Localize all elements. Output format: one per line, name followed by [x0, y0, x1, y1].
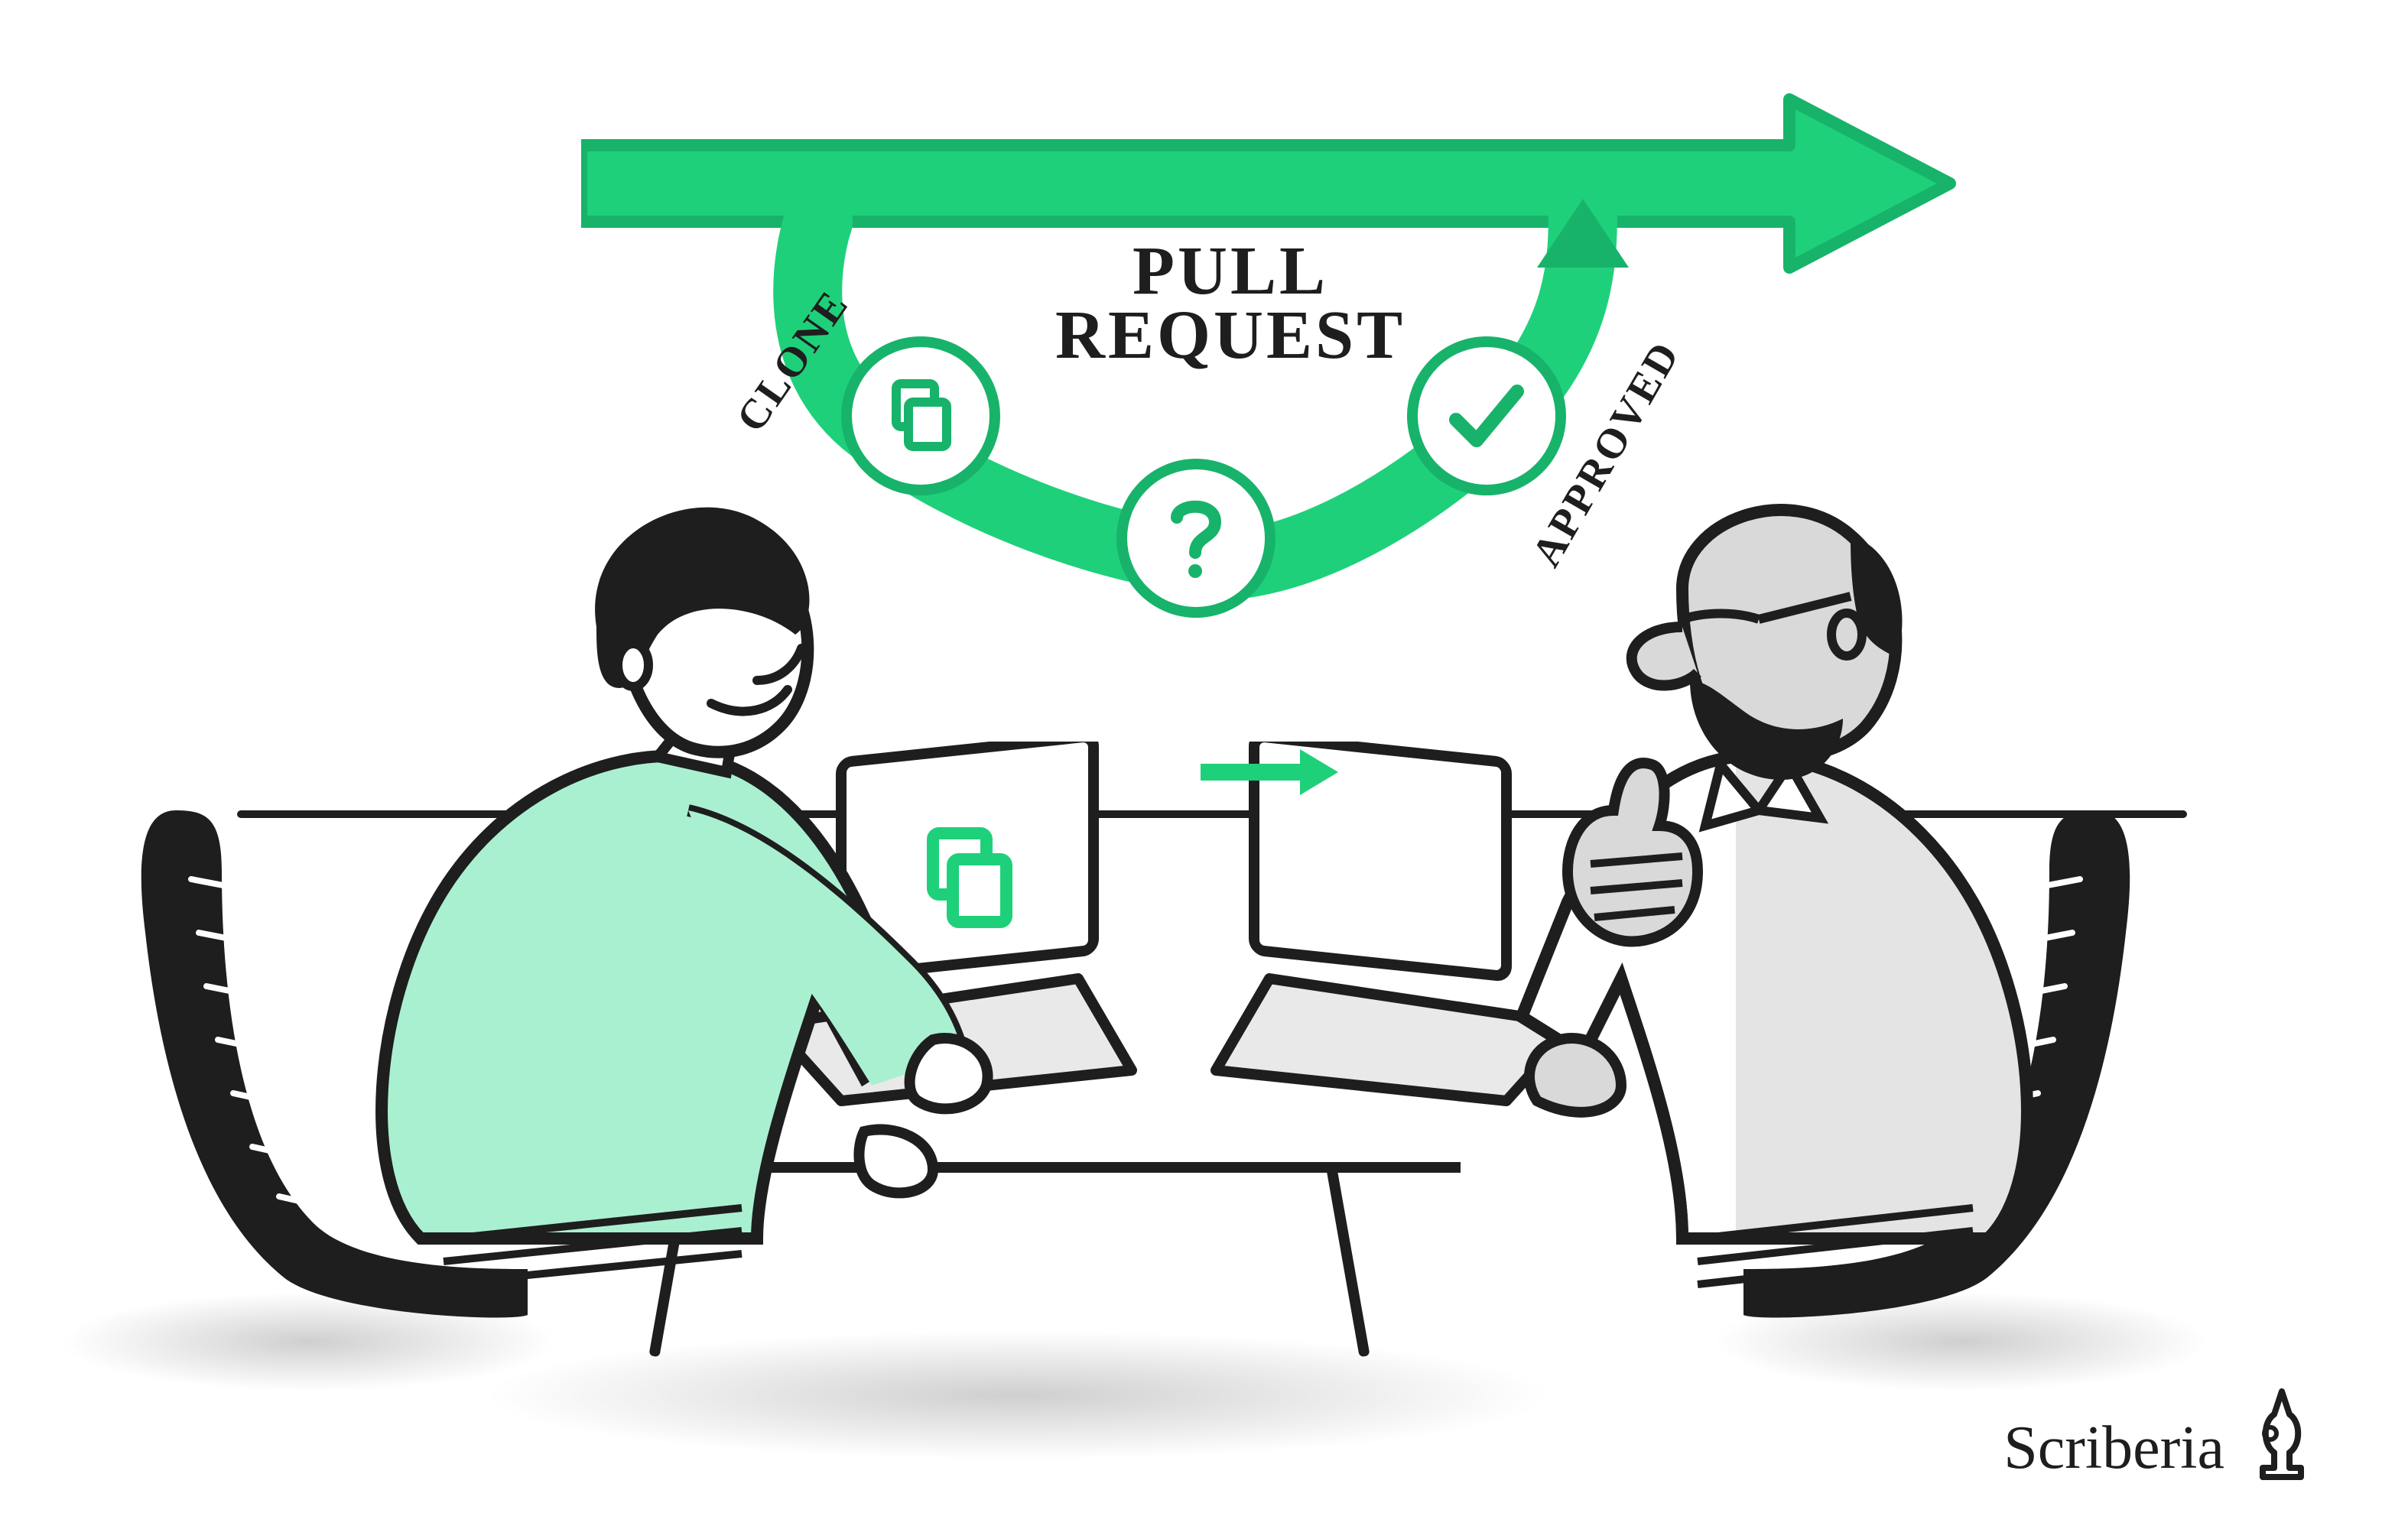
- person-reviewer: [1453, 474, 2080, 1330]
- attribution-text: Scriberia: [2003, 1414, 2224, 1483]
- step-node-approved: [1407, 336, 1566, 495]
- copy-icon: [882, 378, 959, 454]
- title-line-2: REQUEST: [1055, 301, 1405, 370]
- step-node-clone: [841, 336, 1000, 495]
- attribution: Scriberia: [2003, 1384, 2316, 1483]
- person-contributor: [329, 489, 1017, 1330]
- diagram-title: PULL REQUEST: [1055, 237, 1405, 370]
- title-line-1: PULL: [1055, 237, 1405, 306]
- microscope-icon: [2247, 1384, 2316, 1483]
- step-node-review: [1116, 459, 1275, 618]
- illustration-stage: PULL REQUEST CLONE APPROVED: [0, 0, 2408, 1529]
- question-icon: [1162, 496, 1230, 580]
- check-icon: [1444, 378, 1529, 454]
